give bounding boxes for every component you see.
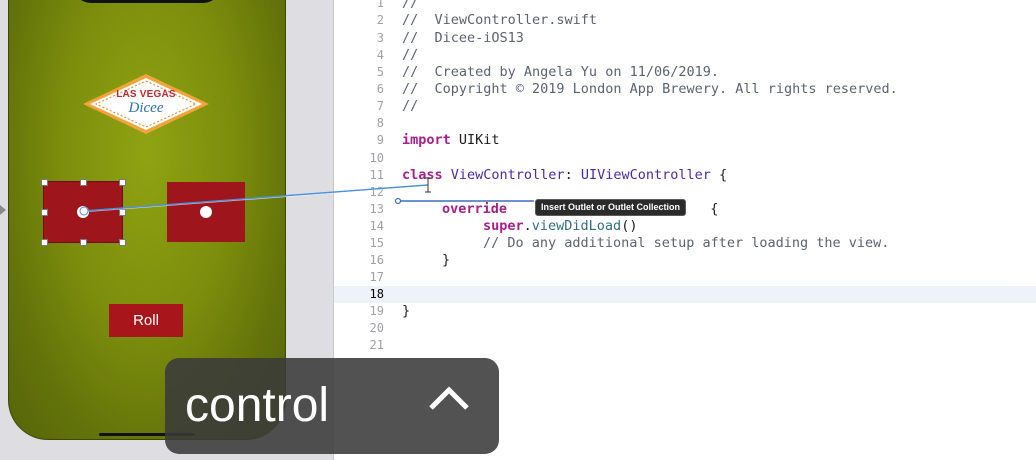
line-number: 20 xyxy=(369,321,384,335)
code-text: UIKit xyxy=(450,132,500,148)
insert-outlet-tooltip: Insert Outlet or Outlet Collection xyxy=(535,199,687,216)
line-number: 9 xyxy=(376,133,384,147)
key-label: control xyxy=(185,379,330,432)
line-number: 18 xyxy=(369,287,384,301)
dice-pip xyxy=(200,206,212,218)
line-number: 13 xyxy=(369,202,384,216)
code-line: 10 xyxy=(334,150,1036,167)
control-caret-icon xyxy=(429,386,469,410)
code-text: } xyxy=(402,303,411,319)
code-line: 8 xyxy=(334,115,1036,132)
class-name: ViewController xyxy=(442,167,565,183)
keyword: super xyxy=(483,218,524,234)
line-number: 1 xyxy=(376,0,384,10)
line-number: 15 xyxy=(369,236,384,250)
line-number: 16 xyxy=(369,253,384,267)
code-text: } xyxy=(442,252,451,268)
right-dice-image-view[interactable] xyxy=(167,182,245,242)
resize-handle[interactable] xyxy=(80,239,87,246)
line-number: 7 xyxy=(376,99,384,113)
resize-handle[interactable] xyxy=(41,179,48,186)
superclass-name: UIViewController xyxy=(580,167,711,183)
resize-handle[interactable] xyxy=(119,179,126,186)
resize-handle[interactable] xyxy=(41,209,48,216)
code-text: . xyxy=(523,218,532,234)
code-comment: // Do any additional setup after loading… xyxy=(483,235,890,251)
keyword: import xyxy=(402,132,451,148)
current-code-line[interactable]: 18 xyxy=(334,286,1036,303)
code-line: 1 // xyxy=(334,0,1036,12)
code-text: // xyxy=(402,47,419,63)
logo-bottom-text: Dicee xyxy=(128,100,164,116)
code-line: 6 // Copyright © 2019 London App Brewery.… xyxy=(334,81,1036,98)
code-line: 11 class ViewController: UIViewController… xyxy=(334,167,1036,184)
code-line: 14 super.viewDidLoad() xyxy=(334,218,1036,235)
code-line: 12 xyxy=(334,184,1036,201)
code-line: 9 import UIKit xyxy=(334,132,1036,149)
code-line: 2 // ViewController.swift xyxy=(334,12,1036,29)
line-number: 12 xyxy=(369,185,384,199)
code-line: 16} xyxy=(334,252,1036,269)
line-number: 3 xyxy=(376,31,384,45)
code-text: // ViewController.swift xyxy=(402,12,598,28)
dicee-logo[interactable]: LAS VEGAS Dicee xyxy=(82,73,210,135)
line-number: 2 xyxy=(376,13,384,27)
keyword: override xyxy=(442,201,508,217)
line-number: 4 xyxy=(376,48,384,62)
resize-handle[interactable] xyxy=(119,239,126,246)
code-text: // xyxy=(402,98,419,114)
line-number: 19 xyxy=(369,304,384,318)
code-line: 21 xyxy=(334,337,1036,354)
method-name: viewDidLoad xyxy=(531,218,622,234)
entry-point-arrow-icon xyxy=(0,205,6,215)
line-number: 11 xyxy=(369,168,384,182)
resize-handle[interactable] xyxy=(80,179,87,186)
code-text: // xyxy=(402,0,419,11)
code-line: 19} xyxy=(334,303,1036,320)
code-line: 15 // Do any additional setup after loadi… xyxy=(334,235,1036,252)
keystroke-overlay: control xyxy=(165,358,499,454)
roll-button[interactable]: Roll xyxy=(109,304,183,337)
line-number: 21 xyxy=(369,338,384,352)
line-number: 5 xyxy=(376,65,384,79)
left-dice-image-view[interactable] xyxy=(43,181,123,243)
phone-notch xyxy=(73,0,221,3)
dice-pip xyxy=(77,206,89,218)
keyword: class xyxy=(402,167,443,183)
code-line: 7 // xyxy=(334,98,1036,115)
code-text: // Created by Angela Yu on 11/06/2019. xyxy=(402,64,719,80)
code-text: // Copyright © 2019 London App Brewery. … xyxy=(402,81,898,97)
code-line: 3 // Dicee-iOS13 xyxy=(334,30,1036,47)
line-number: 10 xyxy=(369,151,384,165)
resize-handle[interactable] xyxy=(41,239,48,246)
logo-top-text: LAS VEGAS xyxy=(116,89,176,100)
line-number: 14 xyxy=(369,219,384,233)
code-text: { xyxy=(710,167,728,183)
code-line: 4 // xyxy=(334,47,1036,64)
line-number: 6 xyxy=(376,82,384,96)
code-text: // Dicee-iOS13 xyxy=(402,30,524,46)
line-number: 17 xyxy=(369,270,384,284)
code-text: : xyxy=(564,167,581,183)
code-line: 5 // Created by Angela Yu on 11/06/2019. xyxy=(334,64,1036,81)
resize-handle[interactable] xyxy=(119,209,126,216)
line-number: 8 xyxy=(376,116,384,130)
code-text: () xyxy=(621,218,638,234)
code-line: 17 xyxy=(334,269,1036,286)
code-line: 20 xyxy=(334,320,1036,337)
